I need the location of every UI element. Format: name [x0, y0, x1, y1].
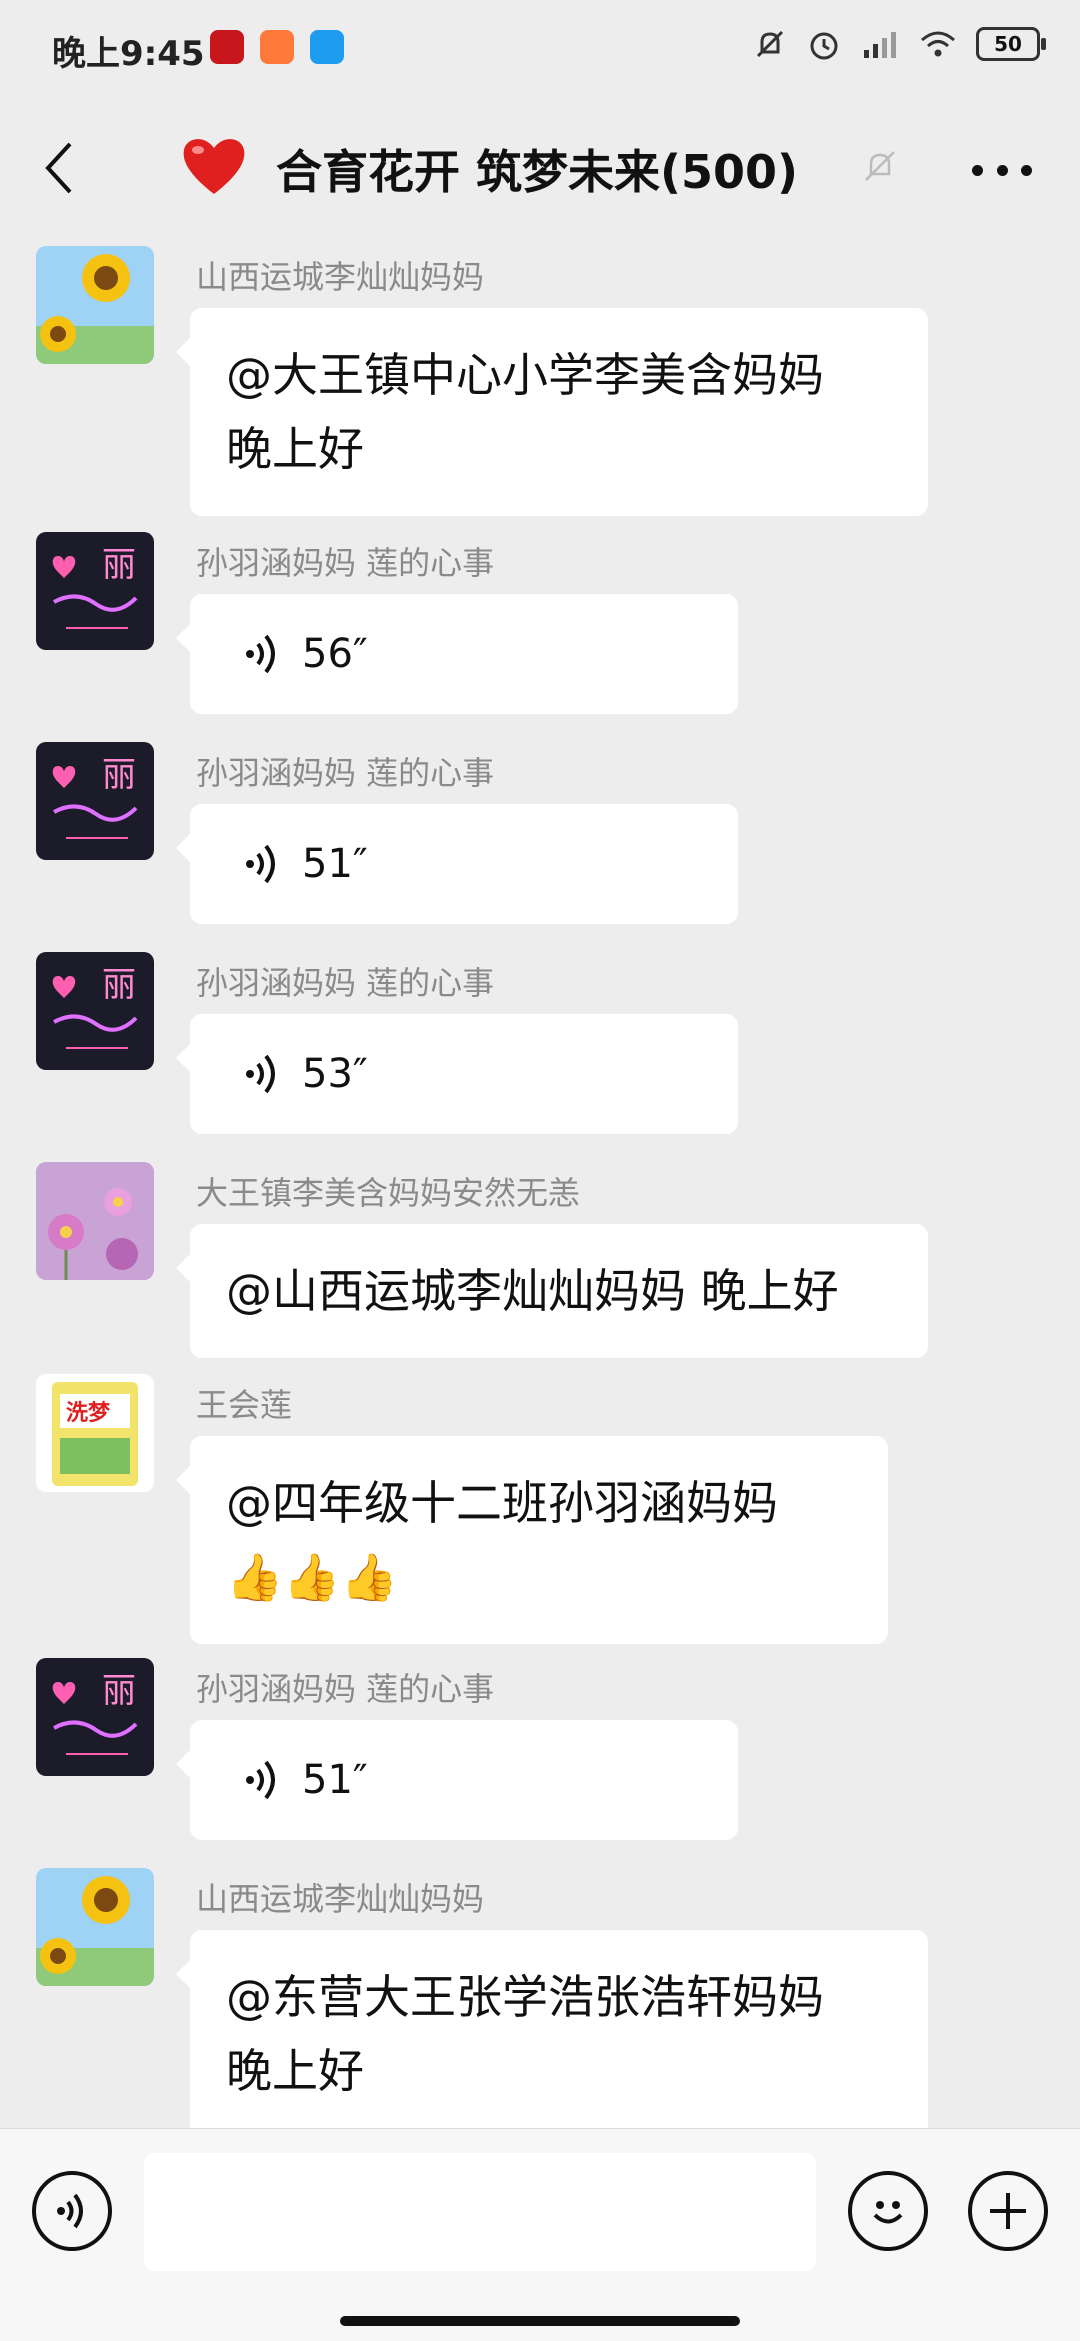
composer-bar: [0, 2128, 1080, 2341]
sender-name: 孙羽涵妈妈 莲的心事: [196, 1670, 495, 1708]
neon-char: 丽: [102, 545, 136, 585]
sunflower-avatar[interactable]: [36, 246, 154, 364]
neon-char: 丽: [102, 1671, 136, 1711]
voice-message-bubble[interactable]: 53″: [176, 1014, 738, 1134]
voice-duration: 51″: [302, 1757, 368, 1803]
sunflower-avatar[interactable]: [36, 1868, 154, 1986]
voice-duration: 53″: [302, 1051, 368, 1097]
battery-icon: 50: [976, 27, 1046, 61]
message-text: @四年级十二班孙羽涵妈妈: [226, 1476, 778, 1530]
emoji-button[interactable]: [848, 2171, 928, 2251]
voice-message-bubble[interactable]: 51″: [176, 1720, 738, 1840]
alarm-icon: [810, 32, 838, 60]
sender-name: 孙羽涵妈妈 莲的心事: [196, 754, 495, 792]
neon-heart-avatar[interactable]: 丽: [36, 952, 154, 1070]
voice-input-button[interactable]: [32, 2171, 112, 2251]
message-text: @山西运城李灿灿妈妈 晚上好: [226, 1264, 839, 1318]
neon-char: 丽: [102, 965, 136, 1005]
heart-emoji-icon: [183, 139, 245, 194]
message-list[interactable]: 山西运城李灿灿妈妈 @大王镇中心小学李美含妈妈 晚上好 丽 孙羽涵妈妈 莲的心事 …: [0, 240, 1080, 2128]
voice-message-bubble[interactable]: 51″: [176, 804, 738, 924]
app-notification-icon-3: [310, 30, 344, 64]
sender-name: 王会莲: [196, 1386, 293, 1424]
voice-wave-icon: [246, 1054, 275, 1094]
group-title: 合育花开 筑梦未来(500): [276, 145, 799, 199]
sender-name: 山西运城李灿灿妈妈: [196, 258, 485, 296]
back-arrow-icon[interactable]: [40, 138, 80, 198]
voice-duration: 56″: [302, 631, 368, 677]
voice-duration: 51″: [302, 841, 368, 887]
message-text: 晚上好: [226, 422, 364, 476]
brand-text: 洗梦: [66, 1400, 111, 1426]
signal-icon: [864, 32, 896, 58]
more-functions-button[interactable]: [968, 2171, 1048, 2251]
muted-bell-icon: [865, 151, 895, 181]
detergent-package-avatar[interactable]: 洗梦: [36, 1374, 154, 1492]
voice-wave-icon: [57, 2193, 83, 2229]
sender-name: 孙羽涵妈妈 莲的心事: [196, 964, 495, 1002]
neon-heart-avatar[interactable]: 丽: [36, 742, 154, 860]
message-text: @东营大王张学浩张浩轩妈妈: [226, 1970, 824, 2024]
app-notification-icon-2: [260, 30, 294, 64]
chat-header: 合育花开 筑梦未来(500): [0, 100, 1080, 240]
neon-char: 丽: [102, 755, 136, 795]
message-bubble[interactable]: @山西运城李灿灿妈妈 晚上好: [176, 1224, 928, 1358]
mute-notification-icon: [756, 30, 784, 58]
message-text: @大王镇中心小学李美含妈妈: [226, 348, 824, 402]
neon-heart-avatar[interactable]: 丽: [36, 1658, 154, 1776]
sender-name: 大王镇李美含妈妈安然无恙: [196, 1174, 581, 1212]
message-text: 晚上好: [226, 2044, 364, 2098]
message-bubble[interactable]: @四年级十二班孙羽涵妈妈 👍👍👍: [176, 1436, 888, 1644]
message-bubble[interactable]: @大王镇中心小学李美含妈妈 晚上好: [176, 308, 928, 516]
purple-flowers-avatar[interactable]: [36, 1162, 154, 1280]
voice-message-bubble[interactable]: 56″: [176, 594, 738, 714]
app-notification-icon-1: [210, 30, 244, 64]
plus-icon: [990, 2193, 1026, 2229]
smiley-icon: [873, 2201, 903, 2224]
status-time: 晚上9:45: [52, 34, 205, 74]
message-input[interactable]: [144, 2153, 816, 2271]
sender-name: 山西运城李灿灿妈妈: [196, 1880, 485, 1918]
more-options-button[interactable]: [972, 140, 1032, 200]
voice-wave-icon: [246, 1760, 275, 1800]
home-indicator: [340, 2316, 740, 2326]
message-bubble[interactable]: @东营大王张学浩张浩轩妈妈 晚上好: [176, 1930, 928, 2128]
status-bar: 晚上9:45 50: [0, 0, 1080, 96]
neon-heart-avatar[interactable]: 丽: [36, 532, 154, 650]
wifi-icon: [921, 31, 955, 57]
status-icons: 50: [752, 26, 1046, 62]
sender-name: 孙羽涵妈妈 莲的心事: [196, 544, 495, 582]
voice-wave-icon: [246, 634, 275, 674]
voice-wave-icon: [246, 844, 275, 884]
thumbs-up-emoji: 👍👍👍: [226, 1550, 398, 1604]
